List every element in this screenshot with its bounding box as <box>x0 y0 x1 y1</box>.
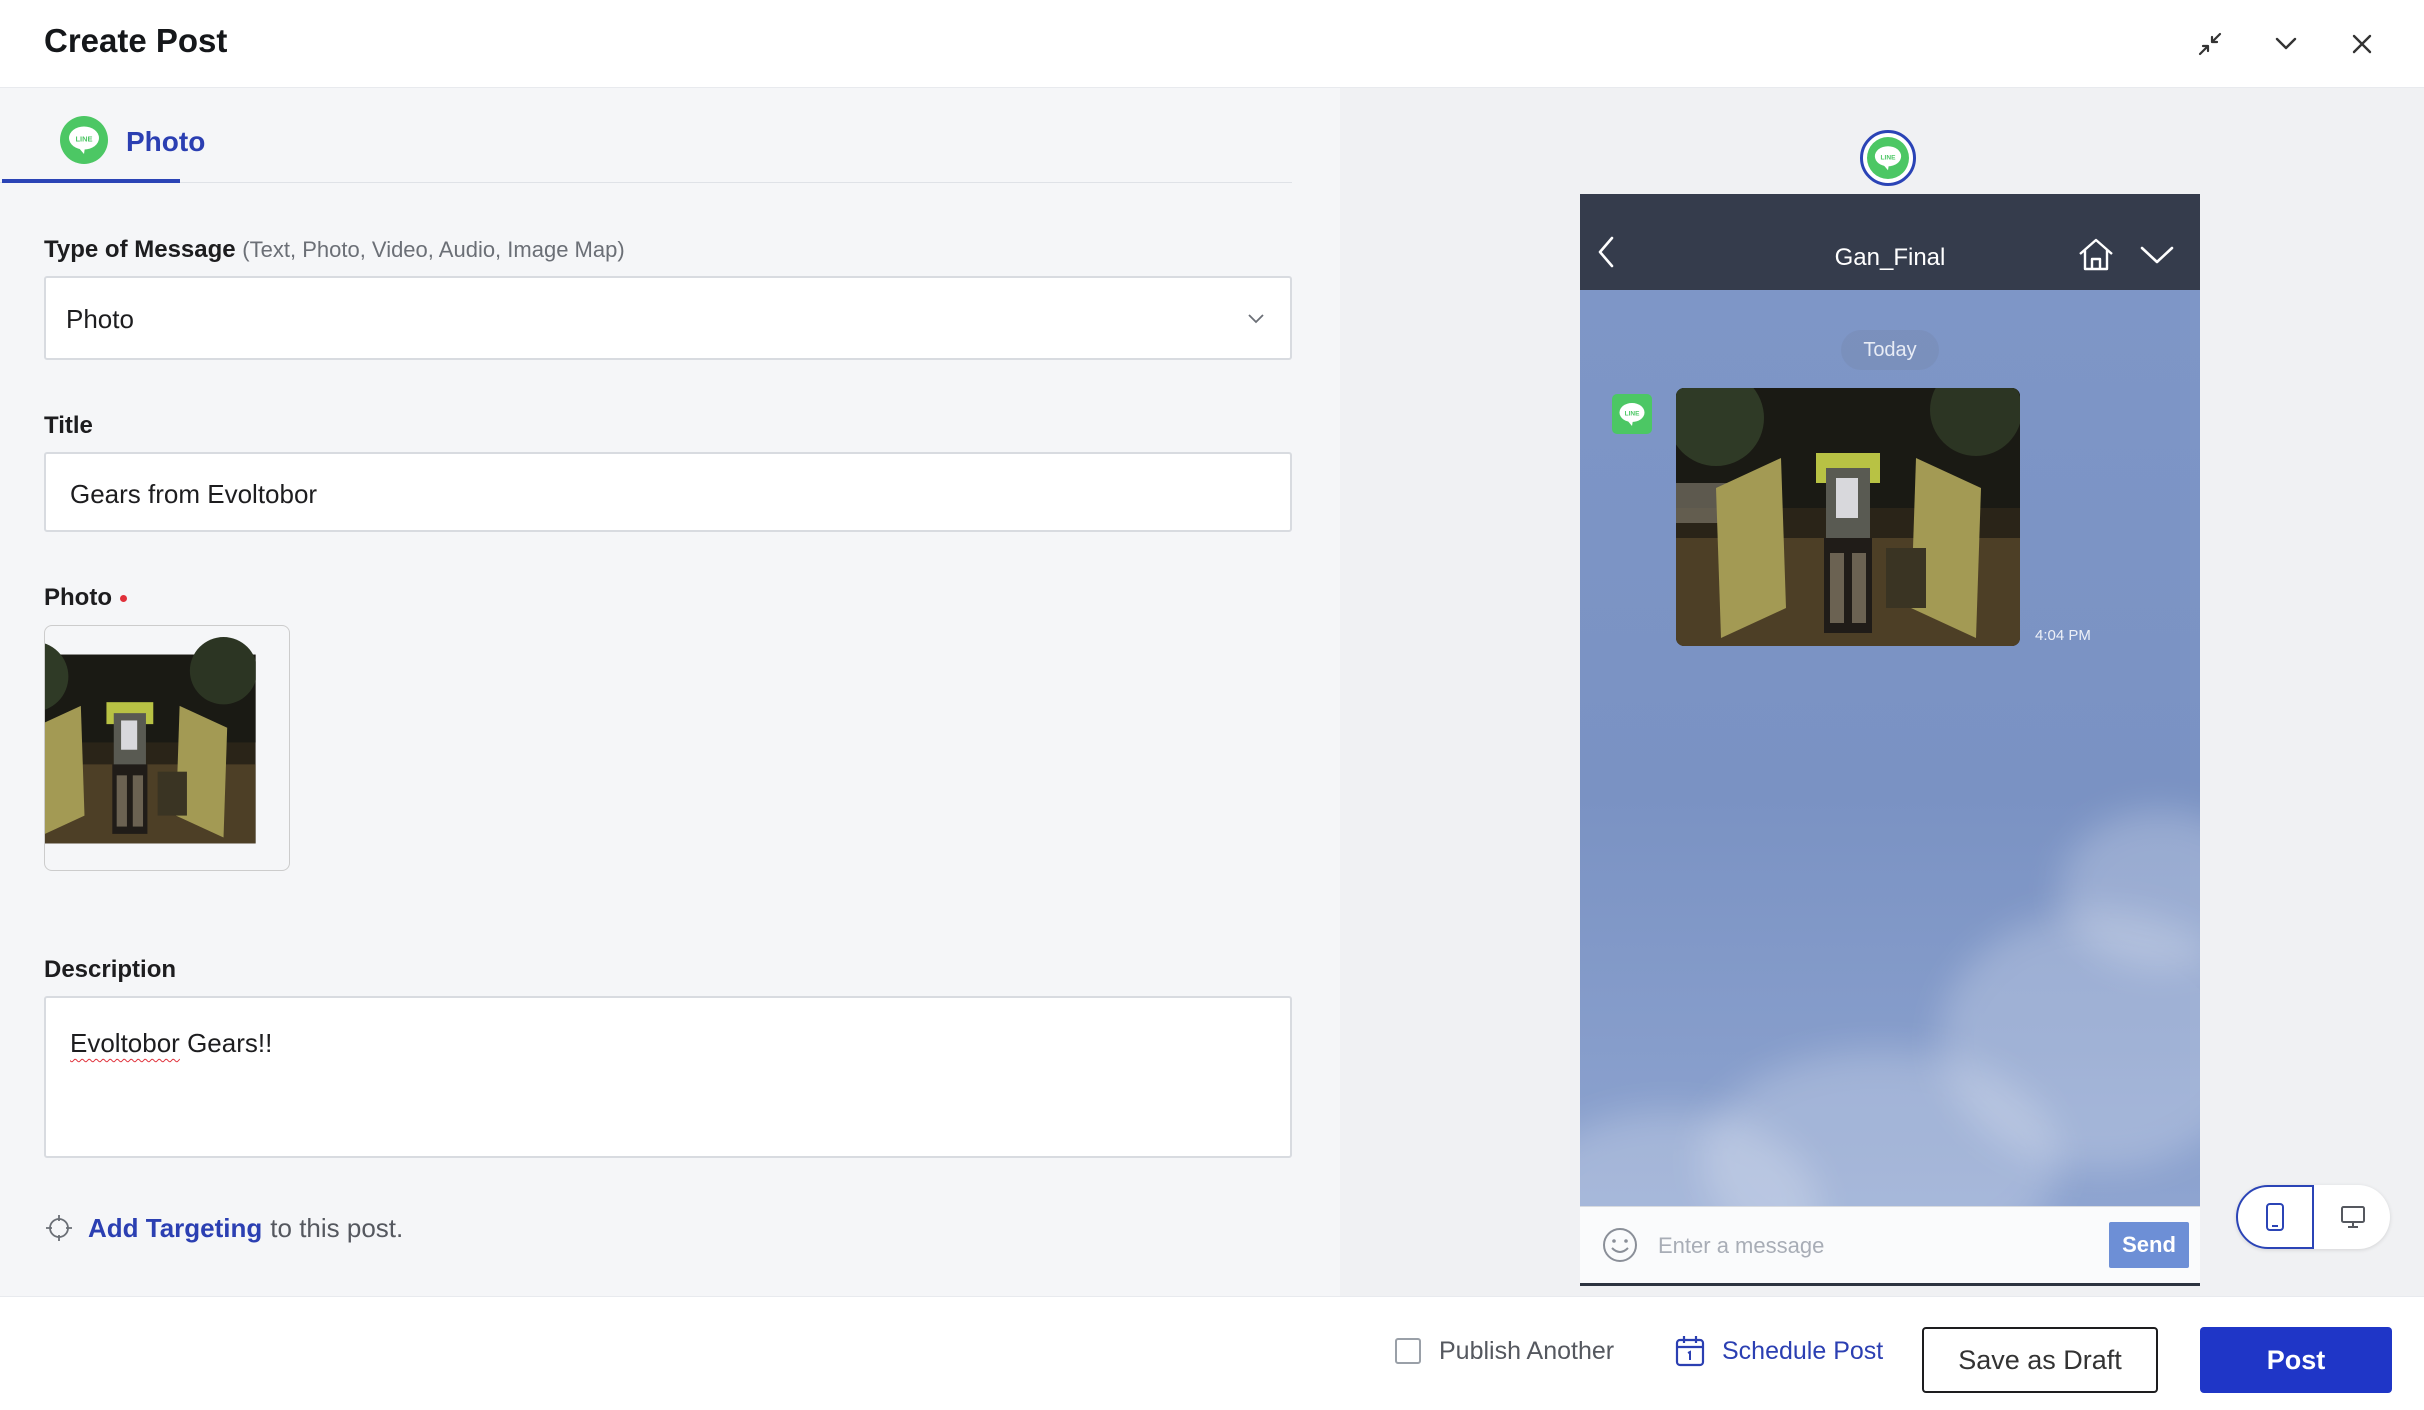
line-logo-icon <box>1867 137 1909 179</box>
post-form-panel: Photo Type of Message (Text, Photo, Vide… <box>0 88 1340 1296</box>
chat-background: Today LINE 4:04 PM <box>1580 290 2200 1206</box>
title-input-value: Gears from Evoltobor <box>70 479 318 509</box>
desktop-preview-button[interactable] <box>2314 1185 2392 1249</box>
chat-photo-message <box>1676 388 2020 646</box>
preview-panel: Gan_Final Today LINE 4:04 PM Enter a mes… <box>1340 88 2424 1296</box>
tab-photo[interactable]: Photo <box>2 88 205 183</box>
message-input-placeholder: Enter a message <box>1658 1233 1825 1258</box>
channel-tabs: Photo <box>0 88 1292 183</box>
chat-input-bar: Enter a message Send <box>1580 1206 2200 1283</box>
close-icon[interactable] <box>2338 20 2386 68</box>
post-button[interactable]: Post <box>2200 1327 2392 1393</box>
chat-header-bar: Gan_Final <box>1580 194 2200 290</box>
minimize-icon[interactable] <box>2186 20 2234 68</box>
page-title: Create Post <box>44 22 228 59</box>
chevron-down-icon[interactable] <box>2262 20 2310 68</box>
chevron-down-icon <box>1248 314 1264 324</box>
emoji-icon <box>1603 1228 1637 1262</box>
tab-label: Photo <box>126 126 206 157</box>
title-input[interactable]: Gears from Evoltobor <box>44 452 1292 532</box>
date-pill: Today <box>1841 330 1939 370</box>
schedule-post-label: Schedule Post <box>1722 1336 1884 1365</box>
description-value: Evoltobor Gears!! <box>70 1028 272 1059</box>
schedule-post-button[interactable]: Schedule Post <box>1674 1329 1883 1373</box>
desktop-icon <box>2341 1206 2365 1228</box>
photo-label: Photo <box>44 584 127 612</box>
calendar-icon <box>1675 1336 1705 1367</box>
description-label: Description <box>44 956 177 983</box>
modal-footer: Publish Another Schedule Post Save as Dr… <box>0 1296 2424 1410</box>
checkbox-box[interactable] <box>1395 1338 1421 1364</box>
description-textarea[interactable]: Evoltobor Gears!! <box>44 996 1292 1158</box>
sender-avatar: LINE <box>1612 394 1652 434</box>
phone-preview: Gan_Final Today LINE 4:04 PM Enter a mes… <box>1580 194 2200 1286</box>
message-type-value: Photo <box>66 304 134 334</box>
line-logo-icon <box>60 116 108 164</box>
save-draft-button[interactable]: Save as Draft <box>1922 1327 2158 1393</box>
message-type-select[interactable]: Photo <box>44 276 1292 360</box>
home-icon <box>2079 238 2113 271</box>
message-timestamp: 4:04 PM <box>2035 627 2091 644</box>
mobile-icon <box>2266 1203 2284 1231</box>
svg-text:LINE: LINE <box>1625 411 1640 418</box>
chevron-down-icon <box>2140 246 2174 264</box>
message-type-hint: (Text, Photo, Video, Audio, Image Map) <box>242 237 625 262</box>
preview-send-button: Send <box>2109 1222 2189 1268</box>
description-rest: Gears!! <box>179 1028 273 1058</box>
required-indicator <box>119 595 127 603</box>
mobile-preview-button[interactable] <box>2236 1185 2314 1249</box>
publish-another-label: Publish Another <box>1439 1336 1615 1365</box>
message-type-label: Type of Message (Text, Photo, Video, Aud… <box>44 236 625 264</box>
modal-header: Create Post <box>0 0 2424 88</box>
misspelled-word: Evoltobor <box>70 1028 180 1058</box>
targeting-suffix: to this post. <box>270 1212 404 1243</box>
device-toggle <box>2236 1185 2390 1249</box>
preview-channel-avatar <box>1860 130 1916 186</box>
targeting-row: Add Targeting to this post. <box>44 1210 403 1246</box>
publish-another-checkbox[interactable]: Publish Another <box>1395 1331 1614 1371</box>
add-targeting-link[interactable]: Add Targeting <box>88 1213 262 1244</box>
photo-thumbnail[interactable] <box>44 625 290 871</box>
photo-label-text: Photo <box>44 584 112 611</box>
message-type-label-text: Type of Message <box>44 236 236 263</box>
title-label: Title <box>44 412 93 439</box>
crosshair-icon <box>46 1215 72 1241</box>
